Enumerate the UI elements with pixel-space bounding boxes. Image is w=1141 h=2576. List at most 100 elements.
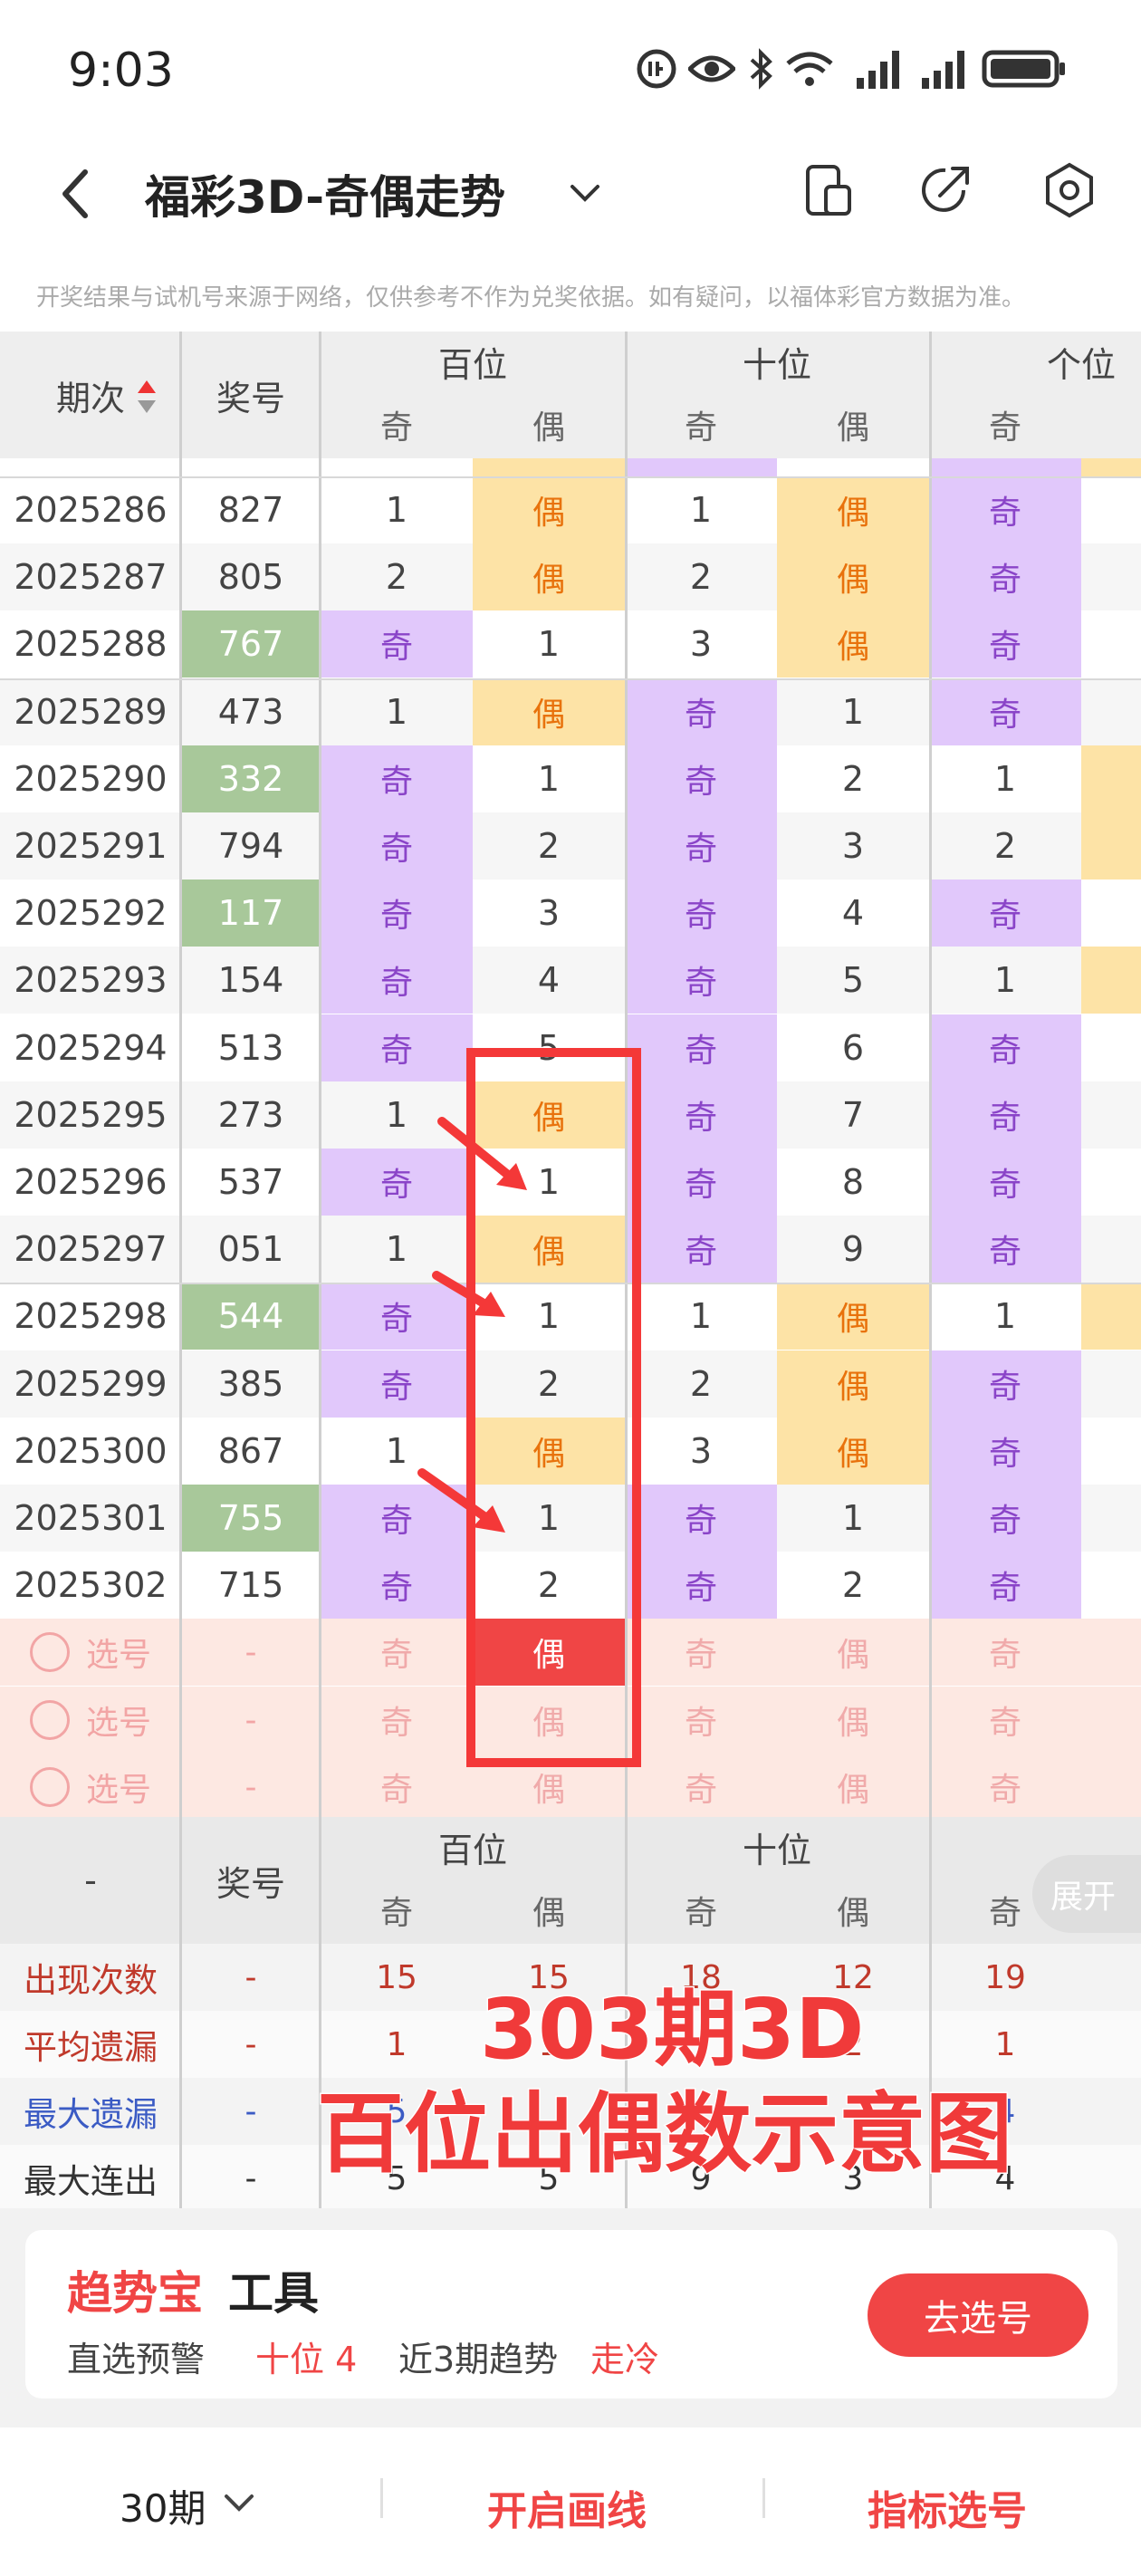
odd-subheader: 奇: [929, 391, 1081, 458]
trend-cell: 1: [929, 745, 1081, 812]
trend-cell: 奇: [625, 1081, 777, 1149]
period-cell: 2025301: [0, 1485, 181, 1552]
stats-dash: -: [181, 2078, 321, 2145]
disclaimer: 开奖结果与试机号来源于网络，仅供参考不作为兑奖依据。如有疑问，以福体彩官方数据为…: [36, 284, 1026, 312]
trend-cell: 偶: [473, 476, 625, 543]
cut-cell: [1081, 745, 1141, 812]
number-cell: 767: [181, 610, 321, 678]
trend-cell: 奇: [321, 1552, 473, 1619]
trend-cell: 奇: [321, 1014, 473, 1081]
back-arrow-icon[interactable]: [56, 167, 92, 221]
period-cell: 2025291: [0, 812, 181, 879]
pick-even-option[interactable]: 偶: [473, 1754, 625, 1817]
stats-dash-header: -: [0, 1817, 181, 1944]
overlay-subtitle: 百位出偶数示意图: [316, 2082, 1014, 2187]
pick-odd-option[interactable]: 奇: [929, 1687, 1081, 1754]
trend-cell: 2: [473, 1350, 625, 1418]
pick-cut: [1081, 1754, 1141, 1817]
trend-cell: 1: [777, 678, 929, 745]
settings-icon[interactable]: [1043, 161, 1096, 219]
pick-even-option[interactable]: 偶: [777, 1619, 929, 1686]
pick-row-label[interactable]: 选号: [0, 1754, 181, 1817]
pick-odd-option[interactable]: 奇: [321, 1687, 473, 1754]
stats-cut: [1081, 2011, 1141, 2078]
chevron-down-icon[interactable]: [221, 2491, 257, 2516]
divider: [762, 2478, 765, 2518]
radio-circle-icon[interactable]: [29, 1700, 70, 1740]
cut-cell: [1081, 1350, 1141, 1418]
draw-line-button[interactable]: 开启画线: [487, 2478, 647, 2536]
pick-odd-option[interactable]: 奇: [625, 1754, 777, 1817]
pick-odd-option[interactable]: 奇: [929, 1754, 1081, 1817]
trend-cell: 奇: [929, 1552, 1081, 1619]
chevron-down-icon[interactable]: [567, 179, 603, 208]
trend-cell: 偶: [473, 1216, 625, 1283]
trend-cell: 5: [473, 1014, 625, 1081]
pick-even-option[interactable]: 偶: [473, 1687, 625, 1754]
trend-cell: 奇: [321, 812, 473, 879]
phone-layout-icon[interactable]: [804, 163, 855, 217]
trend-cell: 偶: [777, 1350, 929, 1418]
tool-card[interactable]: 趋势宝 工具 直选预警 十位 4 近3期趋势 走冷 去选号: [25, 2230, 1117, 2398]
stats-row-label: 最大连出: [0, 2145, 181, 2208]
cut-cell: [1081, 476, 1141, 543]
number-cell: 117: [181, 879, 321, 947]
eye-icon: [688, 55, 735, 82]
number-cell: 154: [181, 947, 321, 1014]
trend-cell: 奇: [929, 1014, 1081, 1081]
trend-cell: 奇: [625, 1014, 777, 1081]
trend-cell: 奇: [929, 1418, 1081, 1485]
pick-odd-option[interactable]: 奇: [929, 1619, 1081, 1686]
pick-odd-option[interactable]: 奇: [625, 1687, 777, 1754]
pick-label: 选号: [85, 1772, 151, 1809]
radio-circle-icon[interactable]: [29, 1632, 70, 1672]
grid-line: [179, 332, 182, 1817]
trend-cell: 1: [473, 610, 625, 678]
trend-cell: 奇: [929, 1350, 1081, 1418]
partial-row-cell: [929, 458, 1081, 476]
cut-cell: [1081, 812, 1141, 879]
cut-cell: [1081, 1081, 1141, 1149]
pick-even-option[interactable]: 偶: [777, 1687, 929, 1754]
pick-cut: [1081, 1619, 1141, 1686]
pick-odd-option[interactable]: 奇: [625, 1619, 777, 1686]
trend-cell: 3: [625, 1418, 777, 1485]
trend-cell: 奇: [625, 1149, 777, 1216]
go-pick-button[interactable]: 去选号: [868, 2273, 1088, 2357]
bluetooth-icon: [750, 48, 772, 90]
number-cell: 273: [181, 1081, 321, 1149]
indicator-pick-button[interactable]: 指标选号: [868, 2478, 1027, 2536]
trend-cell: 1: [473, 1283, 625, 1350]
period-cell: 2025295: [0, 1081, 181, 1149]
period-cell: 2025298: [0, 1283, 181, 1350]
period-cell: 2025296: [0, 1149, 181, 1216]
trend-cell: 2: [929, 812, 1081, 879]
share-icon[interactable]: [920, 163, 973, 217]
number-cell: 755: [181, 1485, 321, 1552]
stats-row-label: 平均遗漏: [0, 2011, 181, 2078]
sort-icon[interactable]: [136, 379, 158, 415]
pick-row-label[interactable]: 选号: [0, 1619, 181, 1686]
number-cell: 867: [181, 1418, 321, 1485]
expand-button[interactable]: 展开: [1032, 1855, 1141, 1933]
radio-circle-icon[interactable]: [29, 1767, 70, 1807]
partial-row-cell: [1081, 458, 1141, 476]
divider: [380, 2478, 383, 2518]
trend-cell: 奇: [625, 1216, 777, 1283]
period-selector[interactable]: 30期: [120, 2478, 206, 2533]
trend-table[interactable]: 期次奖号百位十位个位奇偶奇偶奇偶20252868271偶1偶奇202528780…: [0, 332, 1141, 1817]
period-cell: 2025299: [0, 1350, 181, 1418]
trend-value: 走冷: [590, 2340, 660, 2379]
trend-cell: 偶: [777, 1418, 929, 1485]
pick-row-label[interactable]: 选号: [0, 1687, 181, 1754]
trend-cell: 奇: [321, 745, 473, 812]
even-subheader: 偶: [473, 1877, 625, 1944]
trend-cell: 2: [777, 745, 929, 812]
pick-even-option[interactable]: 偶: [777, 1754, 929, 1817]
pick-even-option[interactable]: 偶: [473, 1619, 625, 1686]
period-cell: 2025289: [0, 678, 181, 745]
pick-odd-option[interactable]: 奇: [321, 1754, 473, 1817]
pick-odd-option[interactable]: 奇: [321, 1619, 473, 1686]
number-cell: 544: [181, 1283, 321, 1350]
trend-cell: 1: [473, 1149, 625, 1216]
